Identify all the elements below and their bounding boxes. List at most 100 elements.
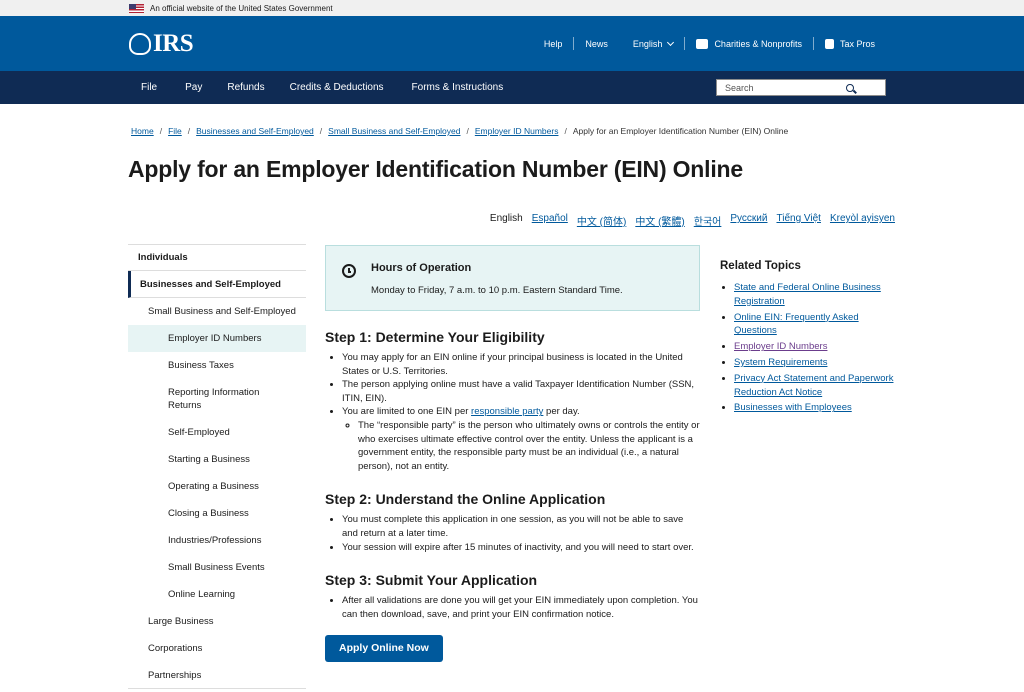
breadcrumb-businesses[interactable]: Businesses and Self-Employed bbox=[196, 126, 314, 136]
related-topics: Related Topics State and Federal Online … bbox=[720, 260, 900, 417]
hours-callout: Hours of Operation Monday to Friday, 7 a… bbox=[325, 245, 700, 311]
breadcrumb-separator: / bbox=[564, 126, 567, 136]
clock-icon bbox=[342, 264, 356, 278]
breadcrumb: Home / File / Businesses and Self-Employed / S… bbox=[131, 126, 788, 136]
responsible-party-link[interactable]: responsible party bbox=[471, 406, 543, 417]
list-item: You are limited to one EIN per responsib… bbox=[342, 405, 700, 473]
lang-chinese-simplified[interactable]: 中文 (简体) bbox=[577, 217, 626, 228]
sidebar-item-events[interactable]: Small Business Events bbox=[128, 554, 306, 581]
sidebar-item-businesses[interactable]: Businesses and Self-Employed bbox=[128, 271, 306, 298]
list-item: Online EIN: Frequently Asked Questions bbox=[734, 311, 900, 339]
related-topics-list: State and Federal Online Business Regist… bbox=[720, 281, 900, 415]
logo-text: IRS bbox=[153, 29, 194, 57]
briefcase-icon bbox=[824, 38, 834, 49]
breadcrumb-separator: / bbox=[187, 126, 191, 136]
gov-banner: An official website of the United States… bbox=[0, 0, 1024, 16]
site-header: IRS Help News English Charities & Nonpro… bbox=[0, 16, 1024, 71]
nav-forms-instructions[interactable]: Forms & Instructions bbox=[412, 82, 504, 93]
sidebar-nav: Individuals Businesses and Self-Employed… bbox=[128, 244, 306, 689]
header-links: Help News English Charities & Nonprofits… bbox=[533, 16, 886, 71]
sidebar-item-closing[interactable]: Closing a Business bbox=[128, 500, 306, 527]
list-item: Your session will expire after 15 minute… bbox=[342, 541, 700, 555]
hours-text: Monday to Friday, 7 a.m. to 10 p.m. East… bbox=[371, 285, 623, 296]
nav-file[interactable]: File bbox=[141, 82, 157, 93]
sidebar-item-online-learning[interactable]: Online Learning bbox=[128, 581, 306, 608]
breadcrumb-home[interactable]: Home bbox=[131, 126, 154, 136]
breadcrumb-small-business[interactable]: Small Business and Self-Employed bbox=[328, 126, 460, 136]
lang-english: English bbox=[489, 213, 523, 224]
sidebar-item-label: Reporting Information Returns bbox=[168, 387, 260, 411]
main-nav: File Pay Refunds Credits & Deductions Fo… bbox=[0, 71, 1024, 104]
lang-chinese-traditional[interactable]: 中文 (繁體) bbox=[635, 217, 684, 228]
sidebar-item-large-business[interactable]: Large Business bbox=[128, 608, 306, 635]
search-input[interactable] bbox=[725, 82, 847, 93]
list-item: Privacy Act Statement and Paperwork Redu… bbox=[734, 372, 900, 400]
nav-pay[interactable]: Pay bbox=[185, 82, 202, 93]
chevron-down-icon bbox=[667, 38, 675, 46]
search-icon[interactable] bbox=[846, 83, 854, 92]
gov-banner-text: An official website of the United States… bbox=[150, 3, 333, 13]
nav-credits-deductions[interactable]: Credits & Deductions bbox=[290, 82, 384, 93]
related-link-system-requirements[interactable]: System Requirements bbox=[734, 357, 827, 368]
related-link-employer-id[interactable]: Employer ID Numbers bbox=[734, 341, 827, 352]
step-3-title: Step 3: Submit Your Application bbox=[325, 572, 538, 589]
sidebar-item-industries[interactable]: Industries/Professions bbox=[128, 527, 306, 554]
sidebar-item-operating[interactable]: Operating a Business bbox=[128, 473, 306, 500]
step-2-list: You must complete this application in on… bbox=[325, 513, 700, 554]
breadcrumb-employer-id[interactable]: Employer ID Numbers bbox=[475, 126, 559, 136]
main-content: Hours of Operation Monday to Friday, 7 a… bbox=[325, 245, 700, 663]
sidebar-item-self-employed[interactable]: Self-Employed bbox=[128, 419, 306, 446]
language-label: English bbox=[632, 38, 663, 49]
step-2: Step 2: Understand the Online Applicatio… bbox=[325, 491, 700, 554]
sidebar-item-employer-id[interactable]: Employer ID Numbers bbox=[128, 325, 306, 352]
language-links: English Español 中文 (简体) 中文 (繁體) 한국어 Русс… bbox=[481, 213, 895, 228]
handshake-icon bbox=[696, 38, 709, 49]
sidebar-item-reporting[interactable]: Reporting Information Returns bbox=[128, 379, 306, 419]
related-link-faq[interactable]: Online EIN: Frequently Asked Questions bbox=[734, 312, 859, 337]
lang-haitian-creole[interactable]: Kreyòl ayisyen bbox=[830, 213, 895, 224]
list-item: Businesses with Employees bbox=[734, 401, 900, 415]
charities-label: Charities & Nonprofits bbox=[714, 38, 802, 49]
list-item: The “responsible party” is the person wh… bbox=[358, 419, 700, 473]
taxpros-link[interactable]: Tax Pros bbox=[814, 38, 886, 49]
breadcrumb-separator: / bbox=[159, 126, 163, 136]
list-item: After all validations are done you will … bbox=[342, 594, 700, 621]
eagle-icon bbox=[129, 32, 151, 55]
list-item: Employer ID Numbers bbox=[734, 340, 900, 354]
help-link[interactable]: Help bbox=[533, 39, 574, 49]
lang-spanish[interactable]: Español bbox=[532, 213, 568, 224]
charities-link[interactable]: Charities & Nonprofits bbox=[685, 38, 813, 49]
news-link[interactable]: News bbox=[574, 39, 619, 49]
list-item-text: per day. bbox=[543, 406, 580, 418]
sidebar-item-partnerships[interactable]: Partnerships bbox=[128, 662, 306, 689]
lang-korean[interactable]: 한국어 bbox=[694, 217, 722, 228]
step-2-title: Step 2: Understand the Online Applicatio… bbox=[325, 491, 606, 508]
sidebar-item-small-business[interactable]: Small Business and Self-Employed bbox=[128, 298, 306, 325]
breadcrumb-separator: / bbox=[319, 126, 323, 136]
lang-vietnamese[interactable]: Tiếng Việt bbox=[776, 213, 820, 224]
breadcrumb-file[interactable]: File bbox=[168, 126, 182, 136]
step-3-list: After all validations are done you will … bbox=[325, 594, 700, 621]
sidebar-item-individuals[interactable]: Individuals bbox=[128, 244, 306, 271]
us-flag-icon bbox=[129, 3, 144, 13]
related-link-employees[interactable]: Businesses with Employees bbox=[734, 402, 852, 413]
irs-logo[interactable]: IRS bbox=[129, 29, 194, 58]
language-selector[interactable]: English bbox=[619, 38, 685, 49]
sidebar-item-corporations[interactable]: Corporations bbox=[128, 635, 306, 662]
sidebar-item-starting[interactable]: Starting a Business bbox=[128, 446, 306, 473]
apply-online-button[interactable]: Apply Online Now bbox=[325, 635, 443, 663]
sub-list: The “responsible party” is the person wh… bbox=[342, 419, 700, 473]
related-link-privacy-act[interactable]: Privacy Act Statement and Paperwork Redu… bbox=[734, 373, 893, 398]
list-item-text: You are limited to one EIN per bbox=[342, 406, 472, 418]
nav-refunds[interactable]: Refunds bbox=[227, 82, 264, 93]
sidebar-item-business-taxes[interactable]: Business Taxes bbox=[128, 352, 306, 379]
lang-russian[interactable]: Русский bbox=[730, 213, 767, 224]
step-3: Step 3: Submit Your Application After al… bbox=[325, 572, 700, 621]
related-topics-title: Related Topics bbox=[720, 260, 801, 272]
list-item: System Requirements bbox=[734, 356, 900, 370]
step-1-title: Step 1: Determine Your Eligibility bbox=[325, 329, 545, 345]
step-1: Step 1: Determine Your Eligibility You m… bbox=[325, 329, 700, 473]
related-link-registration[interactable]: State and Federal Online Business Regist… bbox=[734, 282, 881, 307]
step-1-list: You may apply for an EIN online if your … bbox=[325, 351, 700, 473]
list-item: You must complete this application in on… bbox=[342, 513, 700, 540]
